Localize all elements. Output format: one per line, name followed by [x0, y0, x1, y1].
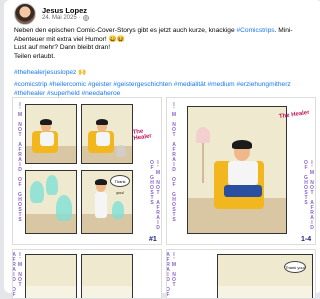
text-segment: Neben den epischen Comic-Cover-Storys gi… [14, 27, 237, 34]
comic-panel-1 [25, 104, 77, 164]
comic-panel-4: Thank you! [81, 170, 133, 234]
post-line-2: Lust auf mehr? Dann bleibt dran! [14, 44, 111, 52]
post-date-row: 24. Mai 2025 · [42, 15, 89, 22]
panel-number-2: 1-4 [301, 236, 312, 243]
post-line-3: Teilen erlaubt. [14, 52, 56, 60]
strip-text-right: I'M NOT AFRAID OF GHOSTS [149, 160, 161, 230]
gallery-image-3[interactable]: I'M NOT AFRAID OF GHOSTS [12, 249, 162, 299]
strip-text-right: I'M NOT AFRAID OF GHOSTS [303, 160, 315, 230]
comic-panel-2 [81, 104, 133, 164]
gallery-image-2[interactable]: I'M NOT AFRAID OF GHOSTS The Healer I'M … [166, 97, 316, 245]
speech-bubble: Thank you! [110, 175, 130, 195]
hashtag-comicstrips[interactable]: #Comicstrips [236, 27, 274, 34]
comic-panel-6 [81, 254, 133, 298]
globe-icon [82, 15, 89, 21]
post-meta: Jesus Lopez 24. Mai 2025 · [42, 6, 89, 22]
author-avatar[interactable] [14, 3, 36, 25]
comic-panel-large [187, 106, 287, 234]
comic-panel-5 [25, 254, 77, 298]
post-text: Neben den epischen Comic-Cover-Storys gi… [14, 27, 314, 98]
strip-text-left: I'M NOT AFRAID OF GHOSTS [17, 102, 23, 222]
hashtag-main[interactable]: #thehealerjesuslopez 🙌 [14, 69, 314, 78]
separator: · [78, 14, 81, 21]
comic-logo: The Healer [132, 128, 153, 142]
comic-panel-7: Thank you! [217, 254, 313, 298]
strip-text-left: I'M NOT AFRAID OF GHOSTS [171, 102, 177, 222]
author-name[interactable]: Jesus Lopez [42, 6, 89, 15]
strip-text-left: I'M NOT AFRAID OF GHOSTS [166, 252, 177, 297]
speech-bubble: Thank you! [284, 261, 306, 273]
image-gallery: I'M NOT AFRAID OF GHOSTS I'M NOT AFRAID … [12, 97, 316, 299]
hashtag-list[interactable]: #comicstrip #heilercomic #geister #geist… [14, 81, 314, 98]
post-card: Jesus Lopez 24. Mai 2025 · Neben den epi… [4, 0, 320, 299]
post-date[interactable]: 24. Mai 2025 [42, 15, 77, 22]
post-line-1: Neben den epischen Comic-Cover-Storys gi… [14, 27, 314, 44]
gallery-image-4[interactable]: I'M NOT AFRAID OF GHOSTS Thank you! [166, 249, 316, 299]
comic-panel-3 [25, 170, 77, 234]
strip-text-left: I'M NOT AFRAID OF GHOSTS [12, 252, 23, 297]
post-header: Jesus Lopez 24. Mai 2025 · [14, 3, 89, 25]
panel-number-1: #1 [149, 236, 157, 243]
gallery-image-1[interactable]: I'M NOT AFRAID OF GHOSTS I'M NOT AFRAID … [12, 97, 162, 245]
